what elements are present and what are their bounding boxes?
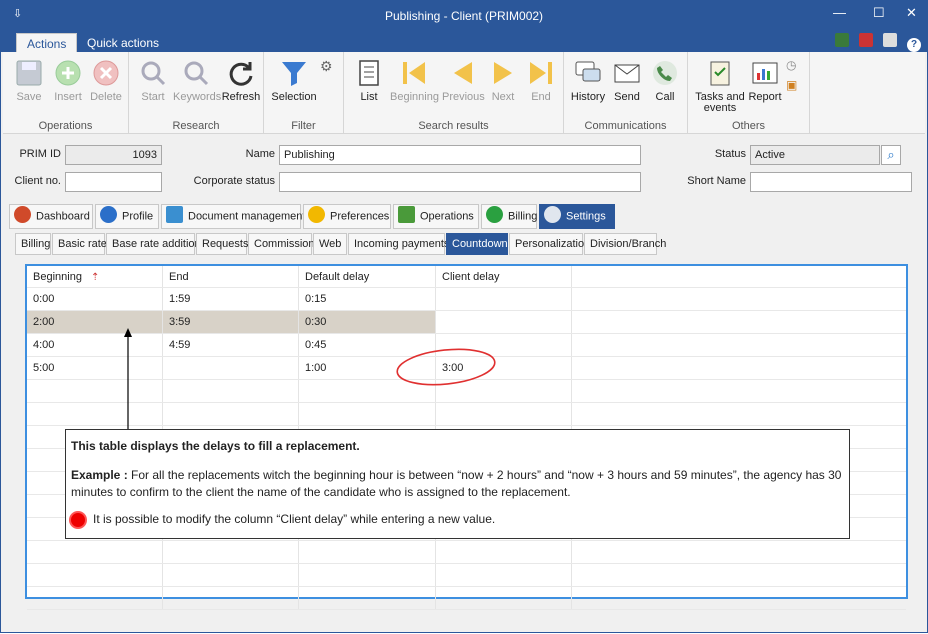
annotation-arrowhead: [124, 328, 132, 337]
status-bar: [3, 613, 925, 631]
callout-heading: This table displays the delays to fill a…: [71, 439, 360, 453]
callout-example-label: Example :: [71, 468, 128, 482]
annotation-callout: This table displays the delays to fill a…: [65, 429, 850, 539]
callout-note: It is possible to modify the column “Cli…: [71, 511, 844, 528]
callout-example: Example : For all the replacements witch…: [71, 467, 844, 501]
annotation-highlight-ellipse: [396, 348, 496, 386]
client-window: ⇩ Publishing - Client (PRIM002) — ☐ ✕ Ac…: [0, 0, 928, 633]
callout-example-text: For all the replacements witch the begin…: [71, 468, 842, 499]
callout-note-text: It is possible to modify the column “Cli…: [93, 512, 496, 526]
annotation-overlay: [124, 328, 496, 429]
red-star-icon: [71, 512, 85, 527]
